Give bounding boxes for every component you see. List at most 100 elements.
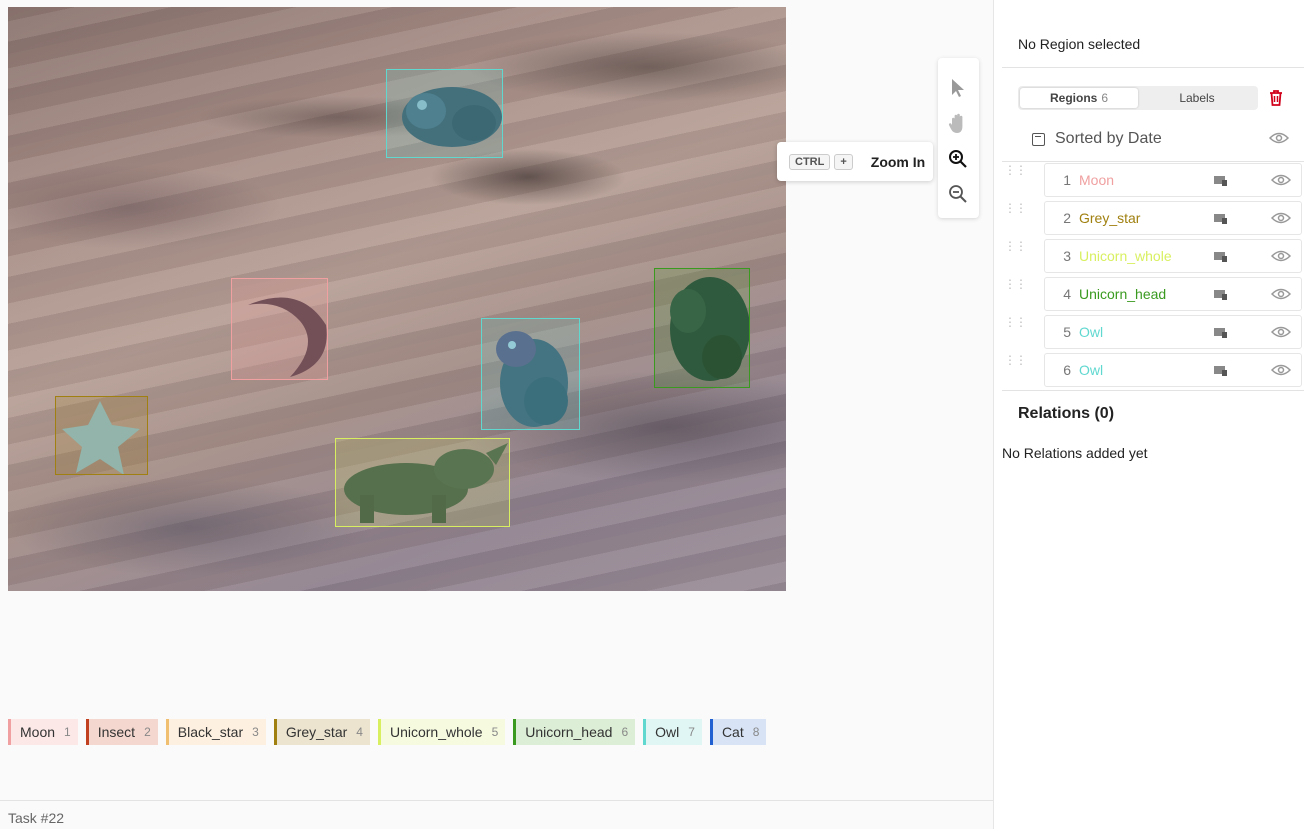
eye-icon[interactable] xyxy=(1271,325,1291,339)
label-hotkey: 7 xyxy=(688,725,695,739)
label-insect[interactable]: Insect 2 xyxy=(85,719,158,745)
tab-label: Labels xyxy=(1179,91,1215,105)
eye-icon[interactable] xyxy=(1271,249,1291,263)
region-item[interactable]: ⋮⋮ 5 Owl xyxy=(1002,315,1302,353)
region-name: Unicorn_head xyxy=(1079,286,1167,302)
drag-handle-icon[interactable]: ⋮⋮ xyxy=(1004,278,1027,290)
tab-label: Regions xyxy=(1049,91,1098,105)
region-name: Moon xyxy=(1079,172,1115,188)
main-panel: CTRL + Zoom In Moon 1 Insect 2 Black_star 3… xyxy=(0,0,993,829)
select-tool-button[interactable] xyxy=(946,76,970,100)
label-hotkey: 2 xyxy=(144,725,151,739)
label-grey-star[interactable]: Grey_star 4 xyxy=(273,719,370,745)
zoom-in-tool-button[interactable] xyxy=(946,147,970,171)
label-unicorn-whole[interactable]: Unicorn_whole 5 xyxy=(377,719,506,745)
region-name: Grey_star xyxy=(1079,210,1141,226)
rectangle-region-icon xyxy=(1214,290,1227,300)
drag-handle-icon[interactable]: ⋮⋮ xyxy=(1004,164,1027,176)
tab-regions[interactable]: Regions 6 xyxy=(1020,88,1138,108)
eye-icon[interactable] xyxy=(1271,173,1291,187)
region-index: 4 xyxy=(1063,286,1071,302)
rectangle-region-icon xyxy=(1214,214,1227,224)
zoom-in-icon xyxy=(949,150,967,168)
trash-icon xyxy=(1270,90,1282,106)
region-index: 6 xyxy=(1063,362,1071,378)
region-item[interactable]: ⋮⋮ 4 Unicorn_head xyxy=(1002,277,1302,315)
task-id: Task #22 xyxy=(8,810,65,826)
region-index: 1 xyxy=(1063,172,1071,188)
label-hotkey: 6 xyxy=(621,725,629,739)
drag-handle-icon[interactable]: ⋮⋮ xyxy=(1004,316,1027,328)
region-bbox-unicorn-whole[interactable] xyxy=(335,438,510,527)
delete-all-button[interactable] xyxy=(1266,88,1286,108)
rectangle-region-icon xyxy=(1214,252,1227,262)
region-index: 5 xyxy=(1063,324,1071,340)
label-name: Grey_star xyxy=(285,724,348,740)
label-bar: Moon 1 Insect 2 Black_star 3 Grey_star 4 Uni… xyxy=(8,719,767,745)
tab-count: 6 xyxy=(1101,91,1109,105)
zoom-out-icon xyxy=(949,185,967,203)
region-name: Owl xyxy=(1079,324,1104,340)
region-bbox-moon[interactable] xyxy=(231,278,328,380)
relations-empty-message: No Relations added yet xyxy=(1002,445,1148,461)
tooltip-key-ctrl: CTRL xyxy=(789,153,831,170)
eye-icon[interactable] xyxy=(1271,287,1291,301)
rectangle-region-icon xyxy=(1214,328,1227,338)
canvas-toolbar xyxy=(938,58,979,218)
eye-icon[interactable] xyxy=(1271,363,1291,377)
toggle-all-visibility-button[interactable] xyxy=(1268,131,1290,150)
region-item[interactable]: ⋮⋮ 1 Moon xyxy=(1002,163,1302,201)
task-footer: Task #22 xyxy=(0,800,993,829)
hand-icon xyxy=(948,113,963,133)
sidebar: No Region selected Regions 6 Labels Sorte… xyxy=(993,0,1304,829)
eye-icon xyxy=(1268,132,1290,144)
region-index: 3 xyxy=(1063,248,1071,264)
region-bbox-grey-star[interactable] xyxy=(55,396,148,475)
region-bbox-owl-middle[interactable] xyxy=(481,318,580,430)
drag-handle-icon[interactable]: ⋮⋮ xyxy=(1004,354,1027,366)
pan-tool-button[interactable] xyxy=(946,112,970,136)
label-hotkey: 8 xyxy=(752,725,760,739)
sort-control[interactable]: Sorted by Date xyxy=(1032,128,1162,150)
label-name: Insect xyxy=(97,724,136,740)
zoom-out-tool-button[interactable] xyxy=(946,182,970,206)
region-bbox-owl-top[interactable] xyxy=(386,69,503,158)
label-hotkey: 5 xyxy=(491,725,499,739)
label-name: Owl xyxy=(655,724,680,740)
region-item[interactable]: ⋮⋮ 2 Grey_star xyxy=(1002,201,1302,239)
divider xyxy=(1002,67,1304,68)
cursor-icon xyxy=(952,79,964,97)
sort-icon xyxy=(1032,132,1045,146)
rectangle-region-icon xyxy=(1214,366,1227,376)
region-item[interactable]: ⋮⋮ 3 Unicorn_whole xyxy=(1002,239,1302,277)
zoom-in-tooltip: CTRL + Zoom In xyxy=(777,142,933,181)
region-item[interactable]: ⋮⋮ 6 Owl xyxy=(1002,353,1302,391)
label-name: Unicorn_whole xyxy=(389,724,483,740)
label-name: Moon xyxy=(20,724,56,740)
label-hotkey: 4 xyxy=(356,725,363,739)
tab-labels[interactable]: Labels xyxy=(1138,88,1256,108)
region-selection-status: No Region selected xyxy=(1018,36,1141,52)
label-hotkey: 1 xyxy=(64,725,71,739)
region-name: Owl xyxy=(1079,362,1104,378)
label-name: Unicorn_head xyxy=(525,724,613,740)
label-moon[interactable]: Moon 1 xyxy=(8,719,78,745)
eye-icon[interactable] xyxy=(1271,211,1291,225)
tooltip-key-plus: + xyxy=(834,153,853,170)
label-hotkey: 3 xyxy=(252,725,259,739)
region-bbox-unicorn-head[interactable] xyxy=(654,268,750,388)
divider xyxy=(1002,161,1304,162)
sort-label: Sorted by Date xyxy=(1055,130,1162,147)
label-name: Black_star xyxy=(177,724,244,740)
label-unicorn-head[interactable]: Unicorn_head 6 xyxy=(513,719,636,745)
label-name: Cat xyxy=(721,724,744,740)
relations-title: Relations (0) xyxy=(1018,405,1115,422)
region-name: Unicorn_whole xyxy=(1079,248,1172,264)
label-black-star[interactable]: Black_star 3 xyxy=(165,719,266,745)
drag-handle-icon[interactable]: ⋮⋮ xyxy=(1004,240,1027,252)
sidebar-tabs: Regions 6 Labels xyxy=(1018,86,1258,110)
label-cat[interactable]: Cat 8 xyxy=(709,719,767,745)
image-canvas[interactable] xyxy=(8,7,786,591)
label-owl[interactable]: Owl 7 xyxy=(643,719,702,745)
drag-handle-icon[interactable]: ⋮⋮ xyxy=(1004,202,1027,214)
